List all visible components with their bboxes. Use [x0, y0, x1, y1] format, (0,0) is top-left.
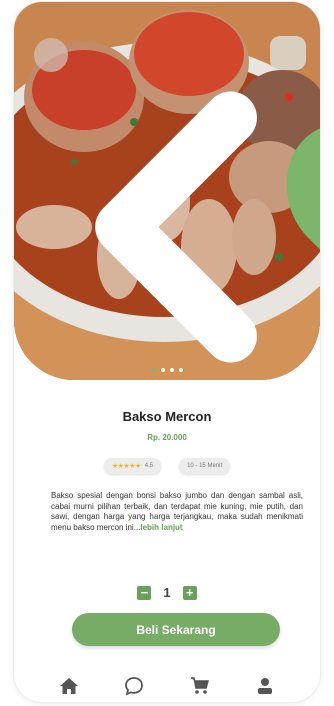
- back-button[interactable]: [34, 38, 257, 363]
- rating-stars: ★★★★★: [111, 463, 141, 470]
- product-description: Bakso spesial dengan bonsi bakso jumbo d…: [51, 491, 303, 533]
- carousel-dot[interactable]: [160, 368, 165, 372]
- heart-icon: [286, 128, 320, 250]
- product-title: Bakso Mercon: [122, 409, 212, 424]
- bottom-nav: [14, 673, 320, 699]
- favorite-button[interactable]: [270, 36, 320, 250]
- product-meta: ★★★★★ 4.5 10 - 15 Menit: [14, 458, 320, 474]
- prep-time-value: 10 - 15 Menit: [187, 463, 223, 469]
- increase-quantity-button[interactable]: +: [182, 585, 197, 600]
- carousel-dot[interactable]: [169, 368, 174, 372]
- decrease-quantity-button[interactable]: −: [137, 585, 152, 600]
- home-icon: [59, 678, 78, 694]
- product-price: Rp. 20.000: [147, 433, 187, 442]
- buy-now-button[interactable]: Beli Sekarang: [72, 613, 280, 646]
- read-more-link[interactable]: lebih lanjut: [140, 523, 182, 532]
- quantity-value: 1: [163, 585, 171, 600]
- carousel-indicator: [14, 368, 320, 372]
- nav-profile[interactable]: [254, 675, 276, 697]
- phone-frame: Bakso Mercon Rp. 20.000 ★★★★★ 4.5 10 - 1…: [14, 2, 320, 702]
- nav-chat[interactable]: [123, 675, 145, 697]
- product-image: [14, 2, 320, 380]
- chat-icon: [125, 677, 144, 696]
- quantity-stepper: − 1 +: [14, 585, 320, 600]
- rating-value: 4.5: [144, 463, 154, 469]
- carousel-dot[interactable]: [151, 368, 156, 372]
- cart-icon: [190, 677, 209, 694]
- rating-badge: ★★★★★ 4.5: [103, 458, 162, 474]
- nav-cart[interactable]: [189, 675, 211, 697]
- profile-icon: [258, 678, 273, 694]
- carousel-dot[interactable]: [178, 368, 183, 372]
- nav-home[interactable]: [58, 675, 80, 697]
- prep-time-badge: 10 - 15 Menit: [179, 458, 231, 474]
